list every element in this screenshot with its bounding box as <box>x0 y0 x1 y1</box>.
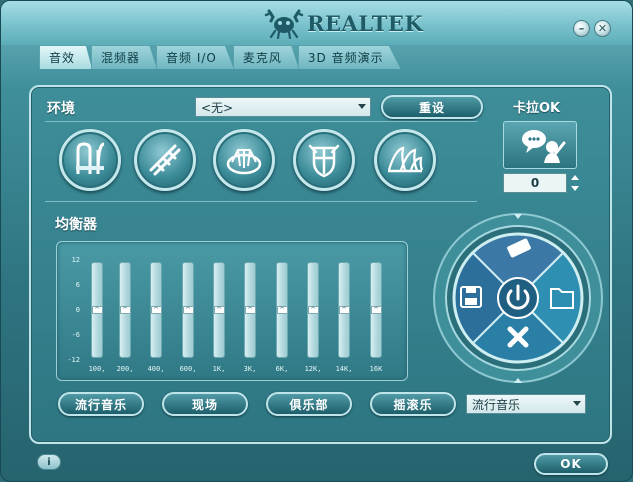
eq-scale-label: 12 <box>71 256 80 264</box>
realtek-audio-manager-window: REALTEK – ✕ 音效 混频器 音频 I/O 麦克风 3D 音频演示 环境… <box>0 0 633 482</box>
ok-button[interactable]: OK <box>534 453 608 475</box>
eq-slider-thumb[interactable]: ^ <box>150 306 162 314</box>
karaoke-value[interactable]: 0 <box>503 173 567 193</box>
eq-band-label: 16K <box>369 365 383 373</box>
bathroom-icon <box>76 142 105 175</box>
eq-slider-thumb[interactable]: ^ <box>307 306 319 314</box>
realtek-logo: REALTEK <box>263 6 423 40</box>
eq-scale-label: 6 <box>75 281 80 289</box>
eq-preset-pop-button[interactable]: 流行音乐 <box>58 392 144 416</box>
eq-band-label: 3K, <box>243 365 257 373</box>
environment-select[interactable]: <无> <box>195 97 371 117</box>
env-preset-stone-corridor[interactable] <box>134 129 196 191</box>
env-preset-stadium[interactable] <box>213 129 275 191</box>
environment-label: 环境 <box>47 101 75 117</box>
eq-band-label: 100, <box>88 365 106 373</box>
spin-down-icon[interactable] <box>571 186 579 191</box>
chevron-down-icon <box>573 401 581 406</box>
spin-up-icon[interactable] <box>571 175 579 180</box>
info-button[interactable]: i <box>37 454 61 470</box>
eq-band-label: 6K, <box>275 365 289 373</box>
eq-preset-select-value: 流行音乐 <box>472 397 521 412</box>
eq-band-label: 600, <box>179 365 197 373</box>
divider <box>45 121 477 122</box>
env-preset-colosseum[interactable] <box>293 129 355 191</box>
karaoke-singer-icon <box>522 130 566 163</box>
eq-slider-thumb[interactable]: ^ <box>370 306 382 314</box>
env-preset-opera-house[interactable] <box>374 129 436 191</box>
close-icon: ✕ <box>597 22 608 35</box>
eq-slider-thumb[interactable]: ^ <box>213 306 225 314</box>
tab-bar: 音效 混频器 音频 I/O 麦克风 3D 音频演示 <box>39 45 401 71</box>
eq-band-label: 200, <box>116 365 134 373</box>
chevron-down-icon <box>358 104 366 109</box>
equalizer-panel <box>56 241 408 381</box>
eq-preset-rock-button[interactable]: 摇滚乐 <box>370 392 456 416</box>
reset-button[interactable]: 重设 <box>381 95 483 119</box>
eq-band-label: 400, <box>147 365 165 373</box>
title-bar: REALTEK – ✕ <box>1 1 632 45</box>
tab-audio-io[interactable]: 音频 I/O <box>156 45 234 69</box>
divider <box>45 201 477 202</box>
tab-microphone[interactable]: 麦克风 <box>232 45 299 69</box>
stone-corridor-icon <box>149 144 181 176</box>
eq-slider-thumb[interactable]: ^ <box>91 306 103 314</box>
eq-slider-thumb[interactable]: ^ <box>244 306 256 314</box>
eq-slider-thumb[interactable]: ^ <box>276 306 288 314</box>
environment-select-value: <无> <box>201 100 234 115</box>
tab-3d-demo[interactable]: 3D 音频演示 <box>297 45 401 69</box>
eq-slider-thumb[interactable]: ^ <box>182 306 194 314</box>
tab-sound-effects[interactable]: 音效 <box>39 45 93 69</box>
control-wheel <box>433 213 603 383</box>
eq-band-label: 1K, <box>212 365 226 373</box>
eq-preset-club-button[interactable]: 俱乐部 <box>266 392 352 416</box>
info-icon: i <box>47 456 51 468</box>
eq-band-label: 12K, <box>304 365 322 373</box>
eq-band-label: 14K, <box>335 365 353 373</box>
karaoke-label: 卡拉OK <box>513 101 561 116</box>
minimize-icon: – <box>578 22 585 35</box>
realtek-crab-icon <box>264 9 304 39</box>
close-button[interactable]: ✕ <box>594 20 611 37</box>
opera-house-icon <box>387 146 424 173</box>
env-preset-bathroom[interactable] <box>59 129 121 191</box>
eq-preset-live-button[interactable]: 现场 <box>162 392 248 416</box>
stadium-icon <box>226 149 262 175</box>
eq-scale-label: 0 <box>75 306 80 314</box>
eq-scale-label: -12 <box>67 356 80 364</box>
eq-preset-select[interactable]: 流行音乐 <box>466 394 586 414</box>
eq-scale-label: -6 <box>71 331 80 339</box>
karaoke-button[interactable] <box>503 121 577 169</box>
colosseum-icon <box>308 144 340 178</box>
brand-text: REALTEK <box>307 10 424 36</box>
minimize-button[interactable]: – <box>573 20 590 37</box>
equalizer-label: 均衡器 <box>55 217 97 233</box>
tab-mixer[interactable]: 混频器 <box>91 45 158 69</box>
eq-slider-thumb[interactable]: ^ <box>338 306 350 314</box>
eq-slider-thumb[interactable]: ^ <box>119 306 131 314</box>
